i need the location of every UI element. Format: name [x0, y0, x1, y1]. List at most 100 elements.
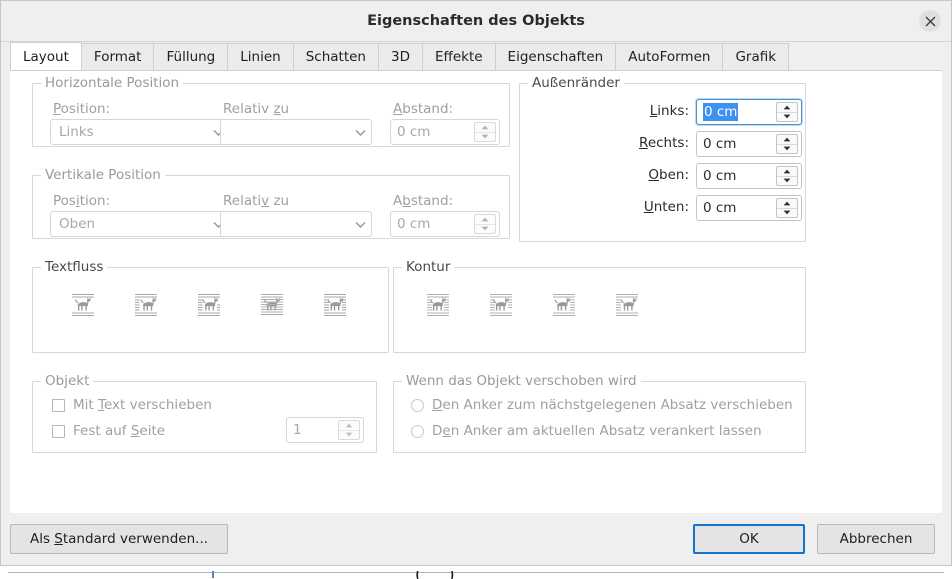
- label-h-position: Position:: [53, 101, 111, 117]
- tab-layout[interactable]: Layout: [10, 42, 82, 70]
- cancel-button[interactable]: Abbrechen: [817, 524, 935, 554]
- tab-f-llung[interactable]: Füllung: [153, 43, 229, 70]
- label-margin-top: Oben:: [648, 167, 689, 183]
- spinner-buttons[interactable]: [338, 420, 360, 440]
- spinner-down-icon[interactable]: [777, 143, 797, 154]
- spinner-up-icon[interactable]: [777, 103, 797, 112]
- spinner-down-icon[interactable]: [339, 429, 359, 440]
- spinner-buttons[interactable]: [474, 214, 496, 234]
- margin-bottom-value: 0 cm: [703, 200, 737, 216]
- radio-move-anchor-nearest-label: Den Anker zum nächstgelegenen Absatz ver…: [432, 397, 793, 413]
- spinner-up-icon[interactable]: [777, 135, 797, 144]
- h-distance-value: 0 cm: [397, 124, 431, 140]
- v-position-combo[interactable]: Oben: [50, 211, 230, 237]
- close-icon[interactable]: [919, 10, 941, 32]
- radio-keep-anchor-current[interactable]: Den Anker am aktuellen Absatz verankert …: [411, 423, 762, 439]
- tab-autoformen[interactable]: AutoFormen: [615, 43, 724, 70]
- margin-top-value: 0 cm: [703, 168, 737, 184]
- label-margin-left: Links:: [649, 103, 689, 119]
- radio-circle: [411, 424, 424, 438]
- spinner-up-icon[interactable]: [339, 421, 359, 430]
- v-distance-spinner[interactable]: 0 cm: [390, 211, 500, 237]
- contour-first-icon[interactable]: [420, 287, 456, 323]
- margin-right-value: 0 cm: [703, 136, 737, 152]
- spinner-down-icon[interactable]: [475, 131, 495, 142]
- spinner-buttons[interactable]: [776, 198, 798, 218]
- dialog-title: Eigenschaften des Objekts: [367, 13, 585, 29]
- spinner-buttons[interactable]: [776, 134, 798, 154]
- v-distance-value: 0 cm: [397, 216, 431, 232]
- spinner-down-icon[interactable]: [777, 175, 797, 186]
- group-vertical-position: Vertikale Position Position: Oben Relati…: [32, 167, 510, 239]
- chevron-down-icon: [349, 212, 371, 236]
- label-h-relative: Relativ zu: [223, 101, 290, 117]
- dialog-titlebar: Eigenschaften des Objekts: [1, 1, 951, 42]
- wrap-through-icon[interactable]: [254, 287, 290, 323]
- group-margins-legend: Außenränder: [528, 75, 624, 91]
- tab-schatten[interactable]: Schatten: [292, 43, 379, 70]
- contour-second-icon[interactable]: [483, 287, 519, 323]
- group-text-flow: Textfluss: [32, 259, 389, 353]
- tab-effekte[interactable]: Effekte: [421, 43, 496, 70]
- tab-grafik[interactable]: Grafik: [722, 43, 790, 70]
- use-as-default-button[interactable]: Als Standard verwenden...: [10, 524, 228, 554]
- spinner-down-icon[interactable]: [777, 111, 797, 122]
- spinner-down-icon[interactable]: [777, 207, 797, 218]
- spinner-down-icon[interactable]: [475, 223, 495, 234]
- tab-linien[interactable]: Linien: [227, 43, 294, 70]
- checkbox-fix-on-page[interactable]: Fest auf Seite: [52, 423, 165, 439]
- page-number-value: 1: [293, 422, 302, 438]
- checkbox-move-with-text-label: Mit Text verschieben: [73, 397, 212, 413]
- h-position-combo[interactable]: Links: [50, 119, 230, 145]
- tab-eigenschaften[interactable]: Eigenschaften: [494, 43, 617, 70]
- margin-bottom-spinner[interactable]: 0 cm: [696, 195, 802, 221]
- group-vertical-position-legend: Vertikale Position: [41, 167, 165, 183]
- wrap-none-icon[interactable]: [65, 287, 101, 323]
- h-relative-combo[interactable]: [220, 119, 372, 145]
- spinner-buttons[interactable]: [474, 122, 496, 142]
- v-relative-combo[interactable]: [220, 211, 372, 237]
- group-contour-legend: Kontur: [402, 259, 455, 275]
- margin-top-spinner[interactable]: 0 cm: [696, 163, 802, 189]
- tab-format[interactable]: Format: [80, 43, 155, 70]
- use-as-default-label: Als Standard verwenden...: [29, 531, 209, 547]
- spinner-buttons[interactable]: [776, 102, 798, 122]
- page-number-spinner[interactable]: 1: [286, 417, 364, 443]
- group-when-moved-legend: Wenn das Objekt verschoben wird: [402, 373, 641, 389]
- group-object-legend: Objekt: [41, 373, 94, 389]
- checkbox-move-with-text[interactable]: Mit Text verschieben: [52, 397, 212, 413]
- radio-move-anchor-nearest[interactable]: Den Anker zum nächstgelegenen Absatz ver…: [411, 397, 793, 413]
- tab-3d[interactable]: 3D: [378, 43, 423, 70]
- margin-right-spinner[interactable]: 0 cm: [696, 131, 802, 157]
- wrap-after-icon[interactable]: [191, 287, 227, 323]
- label-h-distance: Abstand:: [393, 101, 454, 117]
- document-glyph: (: [415, 571, 422, 579]
- v-position-value: Oben: [59, 216, 96, 232]
- object-properties-dialog: Eigenschaften des Objekts Layout Format Fü…: [0, 0, 952, 566]
- dialog-footer: Als Standard verwenden... OK Abbrechen: [1, 513, 951, 565]
- spinner-up-icon[interactable]: [475, 215, 495, 224]
- margin-left-spinner[interactable]: 0 cm: [696, 99, 802, 125]
- wrap-parallel-icon[interactable]: [317, 287, 353, 323]
- contour-third-icon[interactable]: [546, 287, 582, 323]
- group-horizontal-position: Horizontale Position Position: Links Rel…: [32, 75, 510, 147]
- spinner-buttons[interactable]: [776, 166, 798, 186]
- layout-tab-panel: Horizontale Position Position: Links Rel…: [10, 70, 942, 513]
- h-distance-spinner[interactable]: 0 cm: [390, 119, 500, 145]
- ok-button[interactable]: OK: [693, 524, 805, 554]
- spinner-up-icon[interactable]: [777, 199, 797, 208]
- group-object: Objekt Mit Text verschieben Fest auf Sei…: [32, 373, 377, 453]
- label-margin-bottom: Unten:: [643, 199, 689, 215]
- h-position-value: Links: [59, 124, 94, 140]
- contour-fourth-icon[interactable]: [609, 287, 645, 323]
- checkbox-box: [52, 398, 65, 412]
- group-contour: Kontur: [393, 259, 806, 353]
- checkbox-fix-on-page-label: Fest auf Seite: [73, 423, 166, 439]
- tab-bar: Layout Format Füllung Linien Schatten 3D Effek…: [1, 42, 951, 70]
- spinner-up-icon[interactable]: [777, 167, 797, 176]
- wrap-before-icon[interactable]: [128, 287, 164, 323]
- spinner-up-icon[interactable]: [475, 123, 495, 132]
- label-margin-right: Rechts:: [639, 135, 689, 151]
- group-when-moved: Wenn das Objekt verschoben wird Den Anke…: [393, 373, 806, 453]
- margin-left-value: 0 cm: [703, 103, 739, 121]
